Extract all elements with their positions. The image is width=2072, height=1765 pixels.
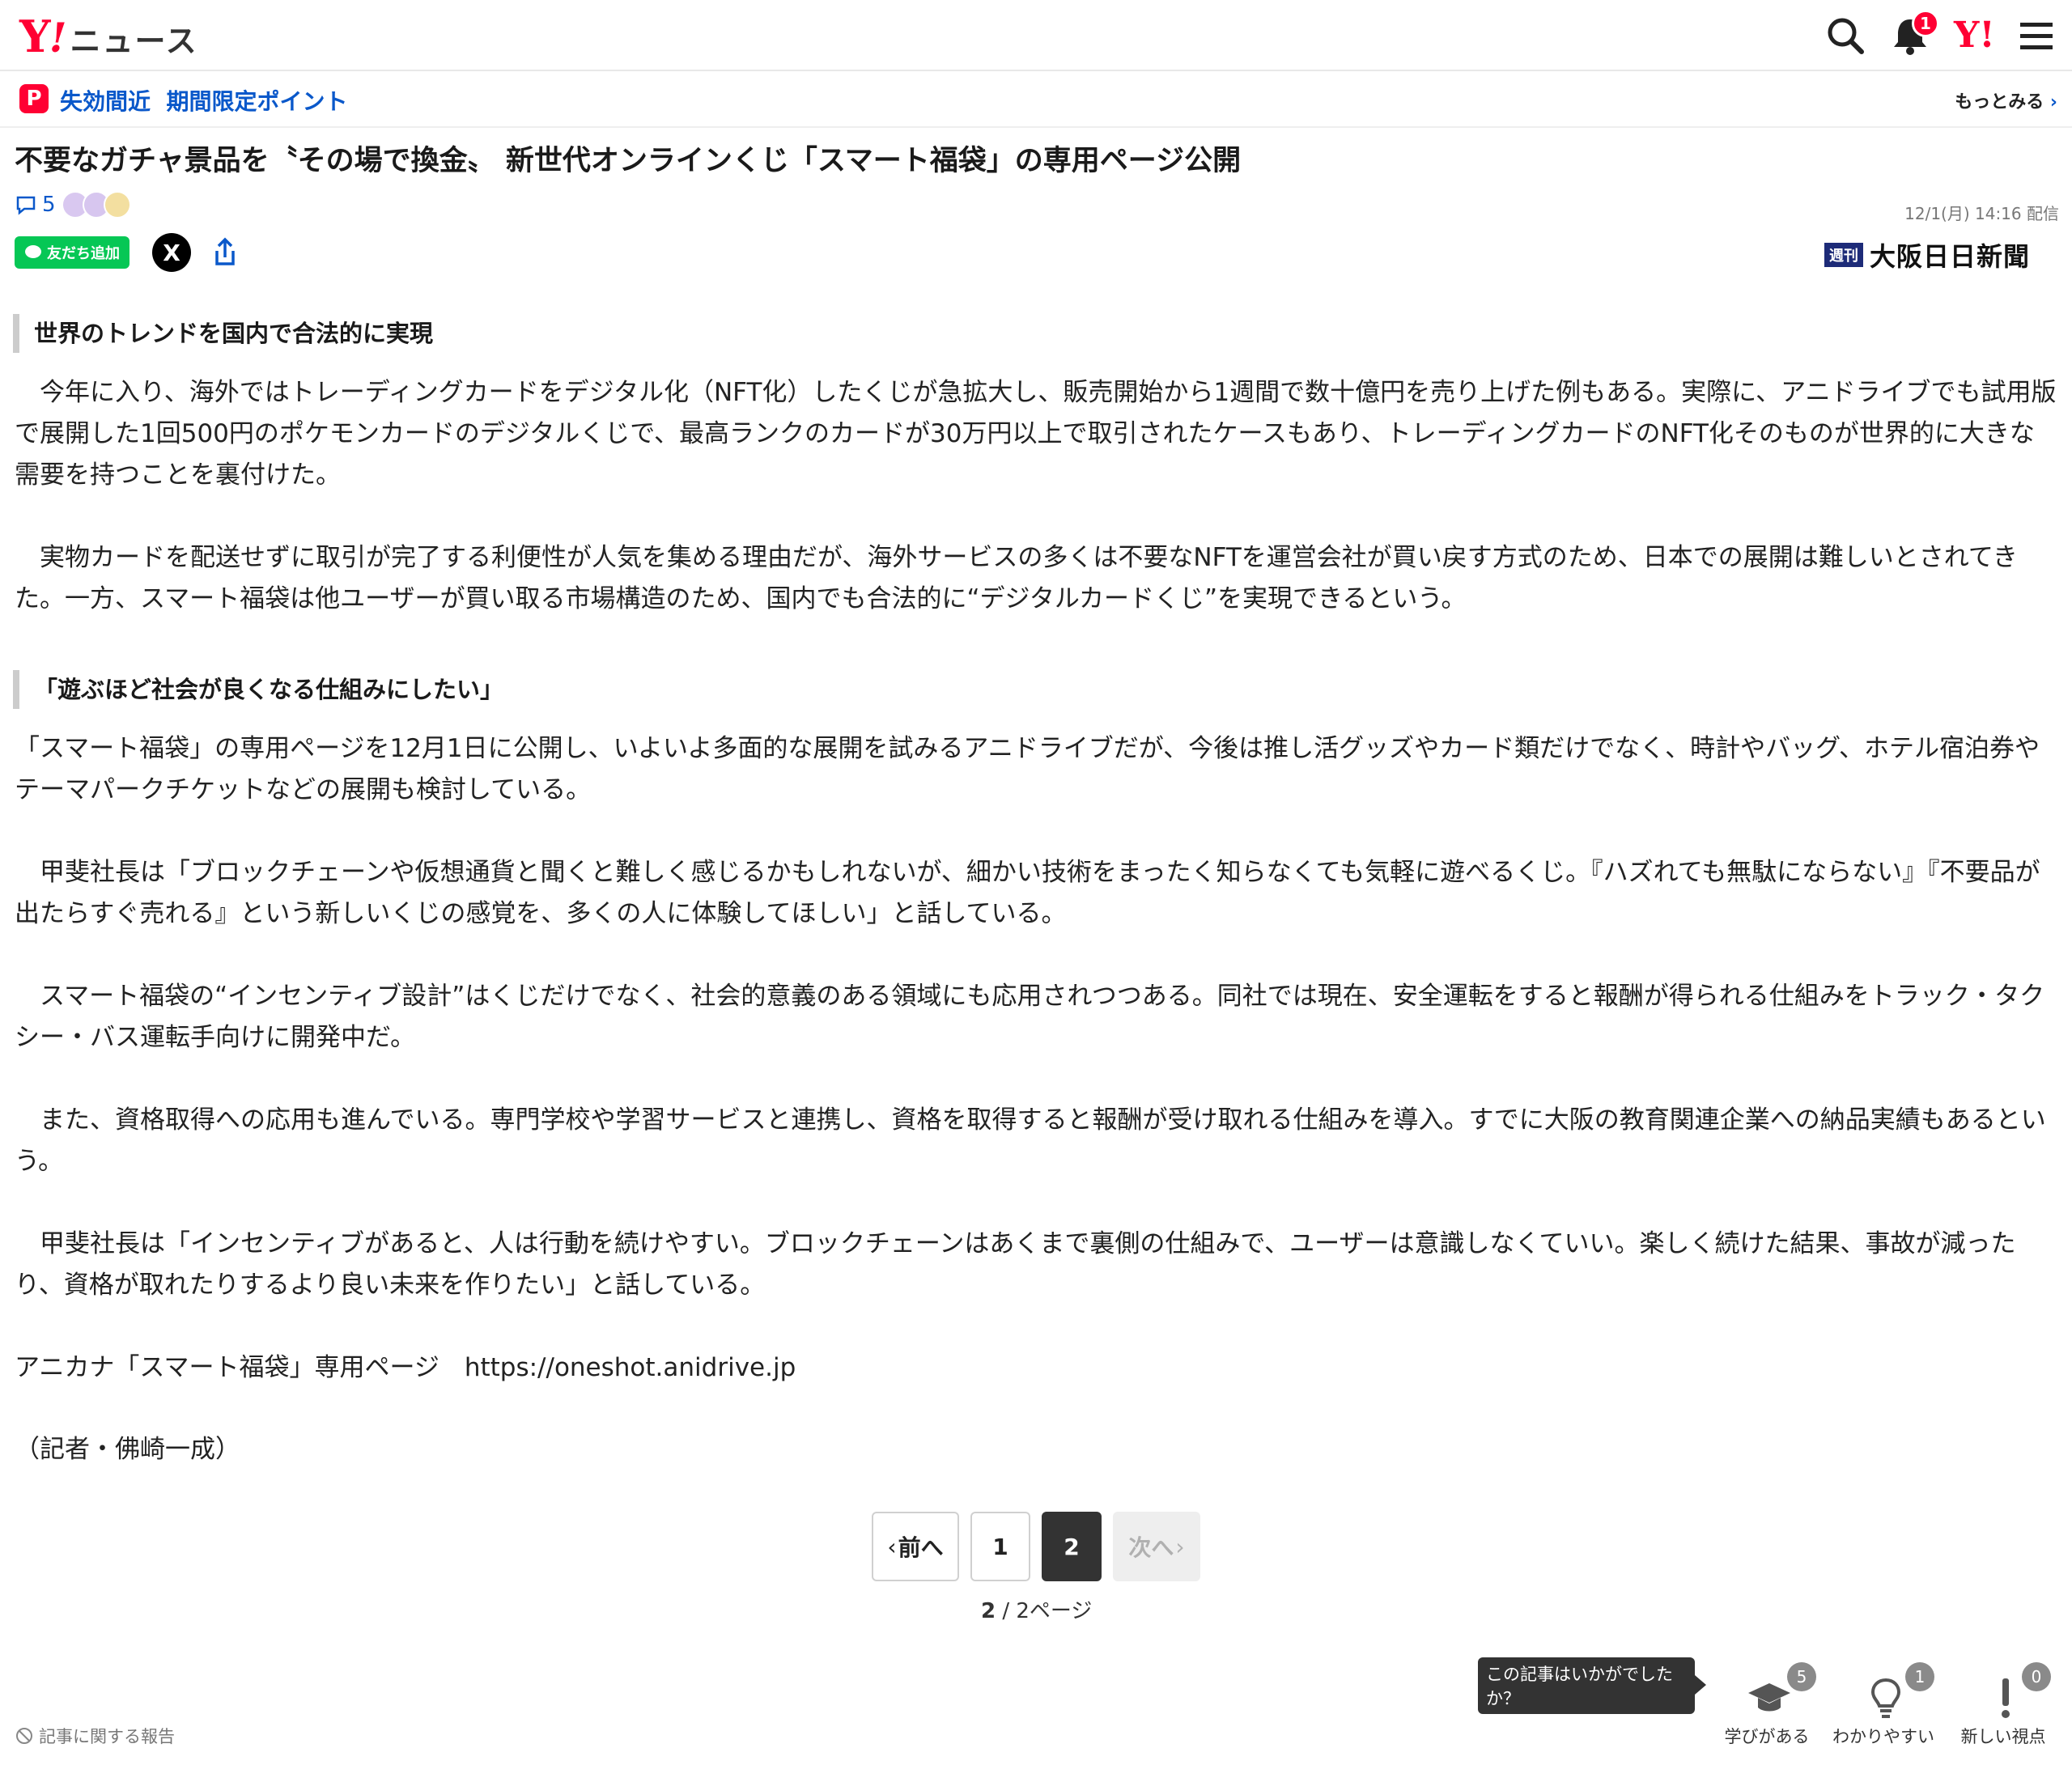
current-page: 2 <box>981 1599 996 1623</box>
tooltip-line: この記事はいかがでしたか？ <box>1486 1665 1673 1708</box>
report-label: 記事に関する報告 <box>39 1727 175 1746</box>
reaction-new-view-button[interactable]: 0 新しい視点 <box>1951 1659 2056 1748</box>
article-byline: （記者・佛崎一成） <box>15 1435 240 1464</box>
line-add-friend-button[interactable]: 友だち追加 <box>15 236 130 269</box>
more-link[interactable]: もっとみる › <box>1955 87 2057 113</box>
chevron-right-icon: › <box>1175 1533 1185 1560</box>
source-name: 大阪日日新聞 <box>1870 241 2031 272</box>
prev-page-label: 前へ <box>898 1534 944 1561</box>
total-pages: / 2ページ <box>996 1599 1093 1623</box>
reaction-learn-button[interactable]: 5 学びがある <box>1714 1659 1819 1748</box>
reaction-faces <box>62 191 131 219</box>
page-2-button[interactable]: 2 <box>1042 1512 1102 1581</box>
logo-text: ニュース <box>70 23 198 59</box>
reaction-label: 学びがある <box>1724 1727 1810 1746</box>
more-link-label: もっとみる <box>1955 92 2044 112</box>
reaction-count: 1 <box>1905 1662 1934 1691</box>
article-paragraph: 今年に入り、海外ではトレーディングカードをデジタル化（NFT化）したくじが急拡大… <box>15 378 2057 490</box>
page-counter: 2 / 2ページ <box>981 1594 1092 1624</box>
section-heading: 世界のトレンドを国内で合法的に実現 <box>13 314 433 353</box>
logo-bang: ! <box>49 14 67 62</box>
article-title: 不要なガチャ景品を〝その場で換金〟 新世代オンラインくじ「スマート福袋」の専用ペ… <box>15 145 1242 177</box>
reaction-tooltip: この記事はいかがでしたか？ リアクションで支援しよう <box>1478 1657 1706 1757</box>
page-1-button[interactable]: 1 <box>970 1512 1030 1581</box>
yahoo-logo-icon[interactable]: Y! <box>1954 15 1995 56</box>
next-page-label: 次へ <box>1128 1534 1174 1561</box>
prohibited-icon <box>16 1728 32 1744</box>
lightbulb-icon <box>1870 1678 1901 1718</box>
search-icon[interactable] <box>1821 11 1870 60</box>
graduation-cap-icon <box>1748 1683 1790 1712</box>
reaction-label: 新しい視点 <box>1960 1727 2046 1746</box>
prev-page-button[interactable]: ‹ 前へ <box>872 1512 959 1581</box>
chevron-left-icon: ‹ <box>887 1533 897 1560</box>
article-paragraph: 「スマート福袋」の専用ページを12月1日に公開し、いよいよ多面的な展開を試みるア… <box>15 734 2040 804</box>
promo-text[interactable]: 失効間近 期間限定ポイント <box>60 84 348 117</box>
publish-date: 12/1(月) 14:16 配信 <box>1904 204 2059 223</box>
article-paragraph: 甲斐社長は「ブロックチェーンや仮想通貨と聞くと難しく感じるかもしれないが、細かい… <box>15 858 2040 928</box>
source-weekly: 週刊 <box>1824 243 1863 267</box>
promo-bar[interactable]: P 失効間近 期間限定ポイント もっとみる › <box>0 73 2072 128</box>
comment-icon <box>16 196 36 215</box>
site-header: Y ! ニュース 1 Y! <box>0 0 2072 71</box>
share-icon[interactable] <box>206 233 244 272</box>
article-paragraph: スマート福袋の“インセンティブ設計”はくじだけでなく、社会的意義のある領域にも応… <box>15 982 2045 1052</box>
comment-link[interactable]: 5 <box>15 193 56 217</box>
reaction-count: 0 <box>2022 1662 2051 1691</box>
face-icon <box>104 191 131 219</box>
chevron-right-icon: › <box>2049 92 2057 112</box>
menu-icon[interactable] <box>2012 11 2061 60</box>
line-icon <box>25 245 41 258</box>
comment-count: 5 <box>42 193 56 217</box>
source-logo[interactable]: 週刊 大阪日日新聞 <box>1824 236 2030 274</box>
next-page-button: 次へ › <box>1113 1512 1200 1581</box>
article-paragraph: 実物カードを配送せずに取引が完了する利便性が人気を集める理由だが、海外サービスの… <box>15 543 2018 613</box>
tooltip-line: リアクションで支援しよう <box>1486 1713 1672 1757</box>
line-button-label: 友だち追加 <box>47 245 120 262</box>
yahoo-news-logo[interactable]: Y ! ニュース <box>19 15 198 61</box>
report-link[interactable]: 記事に関する報告 <box>15 1724 175 1748</box>
x-share-button[interactable]: X <box>152 233 191 272</box>
article-paragraph: また、資格取得への応用も進んでいる。専門学校や学習サービスと連携し、資格を取得す… <box>15 1105 2046 1176</box>
section-heading: 「遊ぶほど社会が良くなる仕組みにしたい」 <box>13 670 503 709</box>
notification-badge: 1 <box>1912 10 1939 37</box>
paypay-icon: P <box>19 84 49 113</box>
reaction-clear-button[interactable]: 1 わかりやすい <box>1831 1659 1936 1748</box>
reaction-label: わかりやすい <box>1832 1727 1934 1746</box>
article-paragraph: 甲斐社長は「インセンティブがあると、人は行動を続けやすい。ブロックチェーンはあく… <box>15 1229 2016 1300</box>
reaction-count: 5 <box>1787 1662 1816 1691</box>
logo-y: Y <box>19 11 51 62</box>
exclamation-icon <box>2002 1678 2010 1718</box>
article-link-paragraph[interactable]: アニカナ「スマート福袋」専用ページ https://oneshot.anidri… <box>15 1347 2059 1389</box>
